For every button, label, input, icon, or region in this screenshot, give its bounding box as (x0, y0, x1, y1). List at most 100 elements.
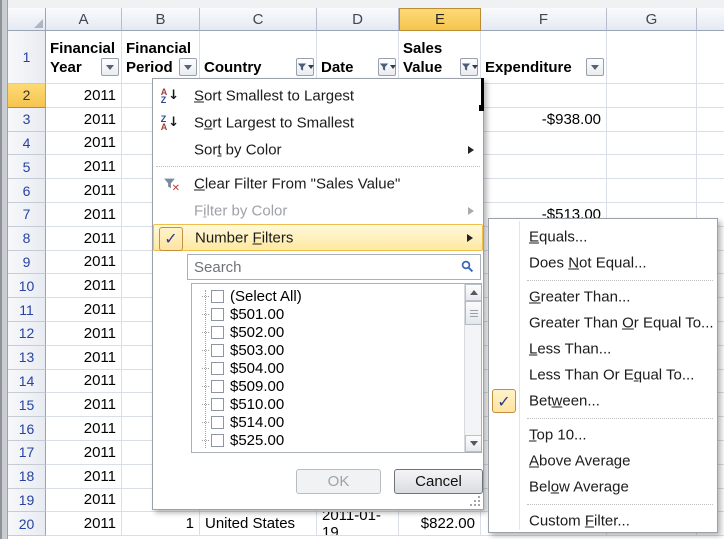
filter-button-f[interactable] (586, 58, 604, 76)
submenu-item-above-average[interactable]: Above Average (489, 448, 717, 474)
cell-G1[interactable] (607, 31, 697, 84)
submenu-item-equals[interactable]: Equals... (489, 224, 717, 250)
cell-F1[interactable]: Expenditure (481, 31, 607, 84)
checkbox[interactable] (211, 362, 224, 375)
filter-button-d[interactable] (378, 58, 396, 76)
cell-A9[interactable]: 2011 (46, 251, 122, 275)
cell-A2[interactable]: 2011 (46, 84, 122, 108)
filter-button-e[interactable] (460, 58, 478, 76)
cell-H1[interactable] (697, 31, 724, 84)
row-header-13[interactable]: 13 (8, 346, 46, 370)
submenu-item-custom-filter[interactable]: Custom Filter... (489, 508, 717, 534)
cell-F5[interactable] (481, 155, 607, 179)
filter-button-c[interactable] (296, 58, 314, 76)
row-header-12[interactable]: 12 (8, 322, 46, 346)
row-header-8[interactable]: 8 (8, 227, 46, 251)
cell-B1[interactable]: FinancialPeriod (122, 31, 200, 84)
cell-H5[interactable] (697, 155, 724, 179)
filter-value-504-00[interactable]: $504.00 (192, 359, 481, 377)
cell-G5[interactable] (607, 155, 697, 179)
cell-A12[interactable]: 2011 (46, 322, 122, 346)
scroll-down-button[interactable] (465, 435, 482, 452)
filter-value-501-00[interactable]: $501.00 (192, 305, 481, 323)
col-header-c[interactable]: C (200, 8, 317, 31)
row-header-14[interactable]: 14 (8, 370, 46, 394)
menu-item-sort-largest-to-smallest[interactable]: ZA↓Sort Largest to Smallest (153, 109, 483, 136)
filter-value-525-00[interactable]: $525.00 (192, 431, 481, 449)
cell-A13[interactable]: 2011 (46, 346, 122, 370)
cell-F4[interactable] (481, 132, 607, 156)
filter-value-select-all[interactable]: (Select All) (192, 287, 481, 305)
cell-G3[interactable] (607, 108, 697, 132)
cell-H3[interactable] (697, 108, 724, 132)
cell-A11[interactable]: 2011 (46, 298, 122, 322)
cell-C20[interactable]: United States (200, 512, 317, 536)
row-header-2[interactable]: 2 (8, 84, 46, 108)
cell-A10[interactable]: 2011 (46, 274, 122, 298)
col-header-b[interactable]: B (122, 8, 200, 31)
row-header-11[interactable]: 11 (8, 298, 46, 322)
col-header-h[interactable] (697, 8, 724, 31)
cell-H6[interactable] (697, 179, 724, 203)
checkbox[interactable] (211, 380, 224, 393)
cell-D1[interactable]: Date (317, 31, 399, 84)
row-header-9[interactable]: 9 (8, 251, 46, 275)
filter-value-503-00[interactable]: $503.00 (192, 341, 481, 359)
row-header-17[interactable]: 17 (8, 441, 46, 465)
fill-handle[interactable] (479, 105, 485, 111)
row-header-15[interactable]: 15 (8, 393, 46, 417)
cell-A20[interactable]: 2011 (46, 512, 122, 536)
cell-A7[interactable]: 2011 (46, 203, 122, 227)
cell-D20[interactable]: 2011-01-19 (317, 512, 399, 536)
resize-grip[interactable] (468, 494, 481, 507)
cell-H4[interactable] (697, 132, 724, 156)
col-header-g[interactable]: G (607, 8, 697, 31)
checkbox[interactable] (211, 416, 224, 429)
submenu-item-does-not-equal[interactable]: Does Not Equal... (489, 250, 717, 276)
scroll-thumb[interactable] (465, 301, 482, 325)
row-header-4[interactable]: 4 (8, 132, 46, 156)
search-input[interactable] (187, 254, 481, 280)
cell-A1[interactable]: FinancialYear (46, 31, 122, 84)
cell-A4[interactable]: 2011 (46, 132, 122, 156)
checkbox[interactable] (211, 434, 224, 447)
submenu-item-less-than[interactable]: Less Than... (489, 336, 717, 362)
col-header-d[interactable]: D (317, 8, 399, 31)
submenu-item-greater-than-or-equal-to[interactable]: Greater Than Or Equal To... (489, 310, 717, 336)
row-header-5[interactable]: 5 (8, 155, 46, 179)
cell-A15[interactable]: 2011 (46, 393, 122, 417)
col-header-e[interactable]: E (399, 8, 481, 31)
cancel-button[interactable]: Cancel (394, 469, 483, 494)
cell-A18[interactable]: 2011 (46, 465, 122, 489)
row-header-16[interactable]: 16 (8, 417, 46, 441)
menu-item-sort-smallest-to-largest[interactable]: AZ↓Sort Smallest to Largest (153, 82, 483, 109)
scroll-up-button[interactable] (465, 284, 482, 301)
cell-F6[interactable] (481, 179, 607, 203)
filter-value-510-00[interactable]: $510.00 (192, 395, 481, 413)
cell-H2[interactable] (697, 84, 724, 108)
filter-button-b[interactable] (179, 58, 197, 76)
cell-A5[interactable]: 2011 (46, 155, 122, 179)
checkbox[interactable] (211, 398, 224, 411)
cell-G2[interactable] (607, 84, 697, 108)
cell-G6[interactable] (607, 179, 697, 203)
filter-value-partial[interactable] (192, 449, 481, 453)
ok-button[interactable]: OK (296, 469, 381, 494)
filter-button-a[interactable] (101, 58, 119, 76)
cell-A19[interactable]: 2011 (46, 489, 122, 513)
checkbox[interactable] (211, 308, 224, 321)
col-header-a[interactable]: A (46, 8, 122, 31)
row-header-19[interactable]: 19 (8, 489, 46, 513)
cell-A6[interactable]: 2011 (46, 179, 122, 203)
menu-item-clear-filter[interactable]: ✕Clear Filter From "Sales Value" (153, 170, 483, 197)
cell-A14[interactable]: 2011 (46, 370, 122, 394)
submenu-item-top-10[interactable]: Top 10... (489, 422, 717, 448)
cell-F3[interactable]: -$938.00 (481, 108, 607, 132)
menu-item-filter-by-color[interactable]: Filter by Color (153, 197, 483, 224)
filter-value-502-00[interactable]: $502.00 (192, 323, 481, 341)
checkbox[interactable] (211, 326, 224, 339)
row-header-18[interactable]: 18 (8, 465, 46, 489)
row-header-7[interactable]: 7 (8, 203, 46, 227)
submenu-item-greater-than[interactable]: Greater Than... (489, 284, 717, 310)
row-header-6[interactable]: 6 (8, 179, 46, 203)
